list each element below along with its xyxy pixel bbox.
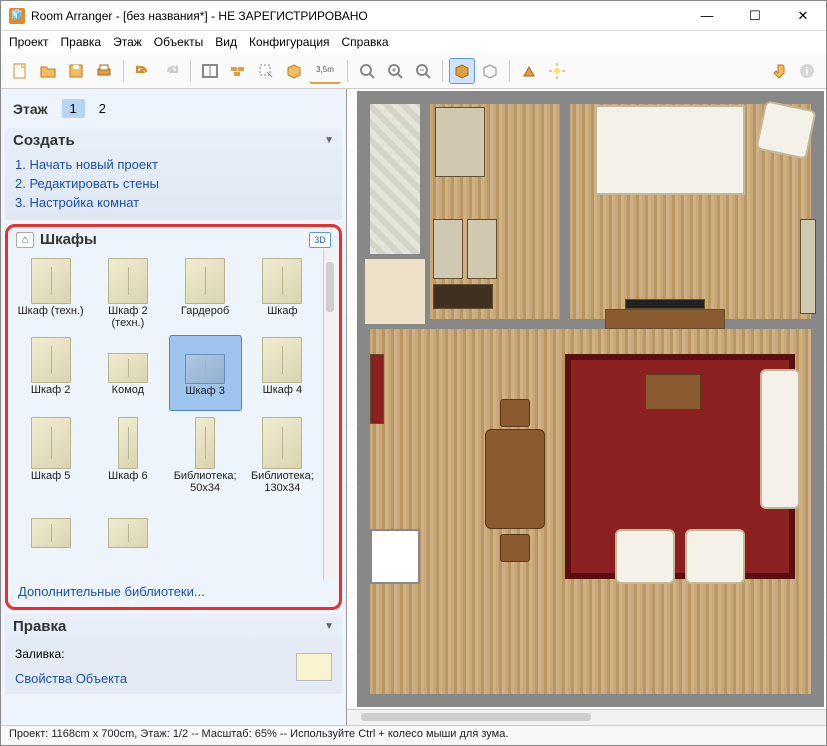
print-icon[interactable] xyxy=(91,58,117,84)
view-walk-icon[interactable] xyxy=(477,58,503,84)
library-scrollbar[interactable] xyxy=(323,250,337,580)
redo-icon[interactable] xyxy=(158,58,184,84)
object-properties-link[interactable]: Свойства Объекта xyxy=(15,671,127,686)
lib-item-garderob[interactable]: Гардероб xyxy=(169,256,242,331)
window-title: Room Arranger - [без названия*] - НЕ ЗАР… xyxy=(31,9,692,23)
window-controls: — ☐ ✕ xyxy=(692,8,818,24)
minimize-button[interactable]: — xyxy=(692,8,722,24)
floor-label: Этаж xyxy=(13,101,48,117)
step-new-project[interactable]: 1. Начать новый проект xyxy=(15,155,332,174)
collapse-icon: ▼ xyxy=(324,621,334,632)
touch-icon[interactable] xyxy=(766,58,792,84)
home-icon[interactable]: ⌂ xyxy=(16,232,34,248)
lights-icon[interactable] xyxy=(544,58,570,84)
menu-floor[interactable]: Этаж xyxy=(113,35,142,49)
floor-tab-1[interactable]: 1 xyxy=(62,99,85,118)
lib-item-wardrobe2[interactable]: Шкаф 2 xyxy=(14,335,87,411)
zoom-fit-icon[interactable] xyxy=(354,58,380,84)
view3d-icon[interactable] xyxy=(449,58,475,84)
library-grid: Шкаф (техн.) Шкаф 2 (техн.) Гардероб Шка… xyxy=(10,250,323,580)
measure-icon[interactable]: 3,5m xyxy=(309,58,341,84)
lib-item-library-50[interactable]: Библиотека; 50x34 xyxy=(169,415,242,496)
library-3d-button[interactable]: 3D xyxy=(309,232,331,248)
undo-icon[interactable] xyxy=(130,58,156,84)
box3d-icon[interactable] xyxy=(281,58,307,84)
toolbar: 3,5m i xyxy=(1,53,826,89)
status-text: Проект: 1168cm x 700cm, Этаж: 1/2 -- Мас… xyxy=(9,728,508,740)
step-room-setup[interactable]: 3. Настройка комнат xyxy=(15,193,332,212)
lib-item-wardrobe[interactable]: Шкаф xyxy=(246,256,319,331)
titlebar: 🧊 Room Arranger - [без названия*] - НЕ З… xyxy=(1,1,826,31)
menu-objects[interactable]: Объекты xyxy=(154,35,204,49)
statusbar: Проект: 1168cm x 700cm, Этаж: 1/2 -- Мас… xyxy=(1,725,826,745)
canvas-area xyxy=(346,89,826,725)
brick-icon[interactable] xyxy=(225,58,251,84)
maximize-button[interactable]: ☐ xyxy=(740,8,770,24)
edit-header[interactable]: Правка ▼ xyxy=(5,614,342,639)
zoom-out-icon[interactable] xyxy=(410,58,436,84)
menu-config[interactable]: Конфигурация xyxy=(249,35,330,49)
library-title: Шкафы xyxy=(40,231,97,248)
lib-item-wardrobe2-tech[interactable]: Шкаф 2 (техн.) xyxy=(91,256,164,331)
close-button[interactable]: ✕ xyxy=(788,8,818,24)
create-panel: Создать ▼ 1. Начать новый проект 2. Реда… xyxy=(5,128,342,220)
zoom-in-icon[interactable] xyxy=(382,58,408,84)
info-icon[interactable]: i xyxy=(794,58,820,84)
menu-edit[interactable]: Правка xyxy=(61,35,102,49)
step-edit-walls[interactable]: 2. Редактировать стены xyxy=(15,174,332,193)
lib-item-wardrobe5[interactable]: Шкаф 5 xyxy=(14,415,87,496)
lib-item-library-130[interactable]: Библиотека; 130x34 xyxy=(246,415,319,496)
floor-tabs: Этаж 1 2 xyxy=(5,93,342,124)
lib-item-wardrobe6[interactable]: Шкаф 6 xyxy=(91,415,164,496)
menu-project[interactable]: Проект xyxy=(9,35,49,49)
lib-item-komod[interactable]: Комод xyxy=(91,335,164,411)
svg-text:i: i xyxy=(805,66,808,78)
sidebar: Этаж 1 2 Создать ▼ 1. Начать новый проек… xyxy=(1,89,346,725)
fill-swatch[interactable] xyxy=(296,653,332,681)
app-icon: 🧊 xyxy=(9,8,25,24)
floorplan-canvas[interactable] xyxy=(347,89,826,709)
horizontal-scrollbar[interactable] xyxy=(347,709,826,725)
lib-item-wardrobe-tech[interactable]: Шкаф (техн.) xyxy=(14,256,87,331)
render-icon[interactable] xyxy=(516,58,542,84)
create-header[interactable]: Создать ▼ xyxy=(5,128,342,153)
walls-icon[interactable] xyxy=(197,58,223,84)
lib-item-extra-1[interactable] xyxy=(14,500,87,574)
fill-label: Заливка: xyxy=(15,647,127,661)
open-file-icon[interactable] xyxy=(35,58,61,84)
collapse-icon: ▼ xyxy=(324,135,334,146)
select-icon[interactable] xyxy=(253,58,279,84)
lib-item-wardrobe4[interactable]: Шкаф 4 xyxy=(246,335,319,411)
library-panel: ⌂ Шкафы 3D Шкаф (техн.) Шкаф 2 (техн.) Г… xyxy=(5,224,342,610)
lib-item-wardrobe3[interactable]: Шкаф 3 xyxy=(169,335,242,411)
lib-item-extra-2[interactable] xyxy=(91,500,164,574)
more-libraries-link[interactable]: Дополнительные библиотеки... xyxy=(10,580,337,605)
menu-view[interactable]: Вид xyxy=(215,35,237,49)
save-file-icon[interactable] xyxy=(63,58,89,84)
menu-help[interactable]: Справка xyxy=(342,35,389,49)
floor-tab-2[interactable]: 2 xyxy=(91,99,114,118)
edit-panel: Правка ▼ Заливка: Свойства Объекта xyxy=(5,614,342,694)
menubar: Проект Правка Этаж Объекты Вид Конфигура… xyxy=(1,31,826,53)
new-file-icon[interactable] xyxy=(7,58,33,84)
